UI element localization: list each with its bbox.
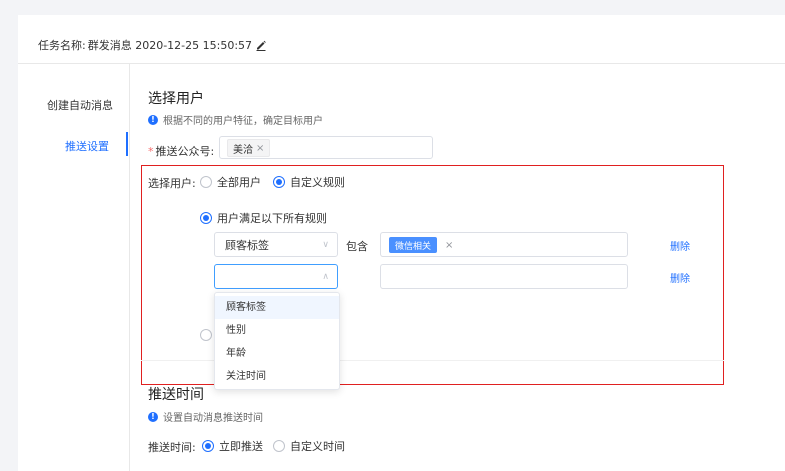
field-dropdown: 顾客标签 性别 年龄 关注时间 — [214, 292, 340, 390]
rule1-field-select[interactable]: 顾客标签 ∨ — [214, 232, 338, 257]
dropdown-option-customer-tag[interactable]: 顾客标签 — [215, 296, 339, 319]
required-mark: * — [148, 145, 154, 158]
radio-off-icon — [273, 440, 285, 452]
select-users-hint: ! 根据不同的用户特征，确定目标用户 — [148, 112, 323, 127]
push-time-hint: ! 设置自动消息推送时间 — [148, 409, 263, 424]
radio-all-users-label: 全部用户 — [217, 176, 261, 189]
account-select[interactable]: 美洽 × — [219, 136, 433, 159]
radio-match-all-label: 用户满足以下所有规则 — [217, 212, 327, 225]
chevron-up-icon: ∧ — [322, 271, 329, 282]
dropdown-option-age[interactable]: 年龄 — [215, 342, 339, 365]
dropdown-option-gender[interactable]: 性别 — [215, 319, 339, 342]
chevron-down-icon: ∨ — [322, 239, 329, 250]
task-name-label: 任务名称: — [38, 39, 86, 52]
push-time-hint-text: 设置自动消息推送时间 — [163, 413, 263, 424]
radio-push-now[interactable]: 立即推送 — [202, 438, 263, 454]
close-icon[interactable]: × — [256, 143, 264, 154]
account-label-text: 推送公众号: — [155, 145, 215, 158]
radio-push-custom-label: 自定义时间 — [290, 440, 345, 453]
dropdown-option-follow-time[interactable]: 关注时间 — [215, 365, 339, 388]
radio-push-now-label: 立即推送 — [219, 440, 263, 453]
sidebar-item-create-message[interactable]: 创建自动消息 — [47, 97, 113, 113]
section-title-push-time: 推送时间 — [148, 387, 204, 403]
section-title-select-users: 选择用户 — [148, 91, 204, 107]
rule1-value-input[interactable]: 微信相关 × — [380, 232, 628, 257]
edit-icon[interactable] — [255, 39, 267, 51]
sidebar-active-indicator — [126, 132, 128, 156]
close-icon[interactable]: × — [445, 240, 453, 251]
radio-on-icon — [202, 440, 214, 452]
users-label: 选择用户: — [148, 177, 196, 190]
radio-off-icon — [200, 329, 212, 341]
task-name-value: 群发消息 2020-12-25 15:50:57 — [87, 39, 253, 52]
rule1-field-value: 顾客标签 — [225, 238, 269, 252]
info-icon: ! — [148, 114, 158, 125]
rule2-delete-link[interactable]: 删除 — [670, 270, 690, 285]
radio-custom-rule-label: 自定义规则 — [290, 176, 345, 189]
info-icon: ! — [148, 411, 158, 422]
select-users-hint-text: 根据不同的用户特征，确定目标用户 — [163, 116, 323, 127]
radio-on-icon — [200, 212, 212, 224]
rule2-field-select[interactable]: ∧ — [214, 264, 338, 289]
push-time-label: 推送时间: — [148, 441, 196, 454]
sidebar-divider — [129, 64, 130, 471]
account-tag-label: 美洽 — [233, 144, 253, 156]
account-tag: 美洽 × — [227, 139, 271, 157]
task-title: 任务名称: 群发消息 2020-12-25 15:50:57 — [38, 37, 267, 53]
rule2-value-input[interactable] — [380, 264, 628, 289]
radio-all-users[interactable]: 全部用户 — [200, 174, 261, 190]
header-divider — [18, 63, 785, 64]
rule1-delete-link[interactable]: 删除 — [670, 238, 690, 253]
radio-on-icon — [273, 176, 285, 188]
account-label: * 推送公众号: — [148, 143, 214, 159]
radio-custom-rule[interactable]: 自定义规则 — [273, 174, 345, 190]
radio-push-custom[interactable]: 自定义时间 — [273, 438, 345, 454]
rule1-operator: 包含 — [346, 240, 368, 253]
radio-off-icon — [200, 176, 212, 188]
rule1-tag: 微信相关 — [389, 237, 438, 253]
radio-match-all[interactable]: 用户满足以下所有规则 — [200, 210, 327, 226]
sidebar-item-push-settings[interactable]: 推送设置 — [65, 138, 109, 154]
